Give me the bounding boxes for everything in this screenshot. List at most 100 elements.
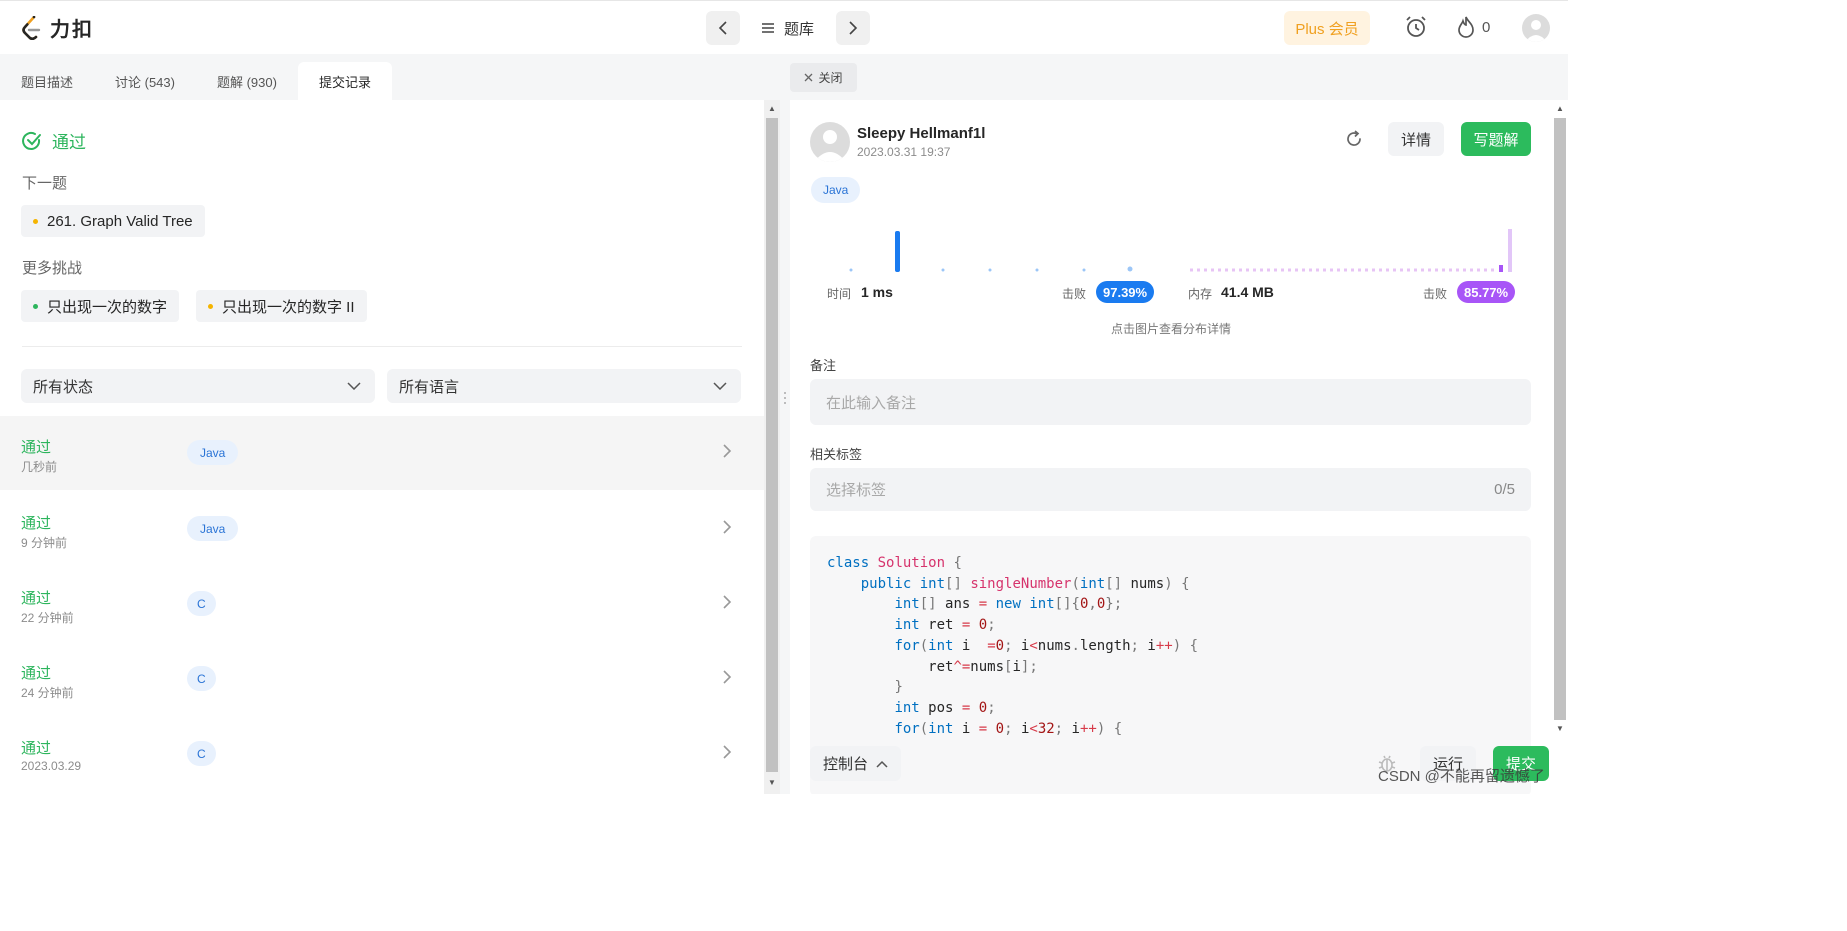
- refresh-icon[interactable]: [1344, 129, 1364, 149]
- console-toggle-button[interactable]: 控制台: [810, 746, 901, 781]
- detail-button[interactable]: 详情: [1388, 122, 1444, 156]
- submission-time: 2023.03.29: [21, 759, 82, 773]
- submission-row[interactable]: 通过 9 分钟前 Java: [0, 492, 764, 566]
- write-solution-button[interactable]: 写题解: [1461, 122, 1531, 156]
- submission-language: Java: [187, 440, 239, 465]
- chevron-right-icon: [723, 670, 732, 684]
- submission-date: 2023.03.31 19:37: [857, 145, 951, 159]
- tab-solutions[interactable]: 题解 (930): [196, 62, 298, 100]
- chevron-up-icon: [876, 760, 888, 768]
- memory-value: 41.4 MB: [1221, 284, 1274, 300]
- memory-beat-badge: 85.77%: [1457, 281, 1516, 303]
- close-icon: [805, 73, 813, 82]
- tags-count: 0/5: [1494, 481, 1515, 498]
- console-label: 控制台: [822, 756, 868, 773]
- challenge-title: 只出现一次的数字: [47, 298, 168, 316]
- scroll-up-icon[interactable]: ▲: [1556, 104, 1564, 113]
- more-challenges-label: 更多挑战: [22, 260, 83, 277]
- submission-status: 通过: [21, 439, 52, 456]
- logo-icon: [22, 15, 41, 40]
- chevron-right-icon: [723, 444, 732, 458]
- close-tab-button[interactable]: 关闭: [790, 63, 857, 92]
- submission-row[interactable]: 通过 几秒前 Java: [0, 416, 764, 490]
- submission-time: 9 分钟前: [21, 536, 68, 550]
- alarm-icon[interactable]: [1404, 15, 1428, 42]
- time-label: 时间: [827, 287, 852, 301]
- streak-count: 0: [1482, 18, 1491, 36]
- submission-language: C: [187, 741, 216, 766]
- scrollbar-thumb[interactable]: [1554, 118, 1566, 720]
- submission-time: 24 分钟前: [21, 686, 74, 700]
- submission-time: 几秒前: [21, 460, 58, 474]
- fire-icon: [1458, 16, 1474, 38]
- difficulty-dot: [33, 218, 38, 224]
- next-problem-button[interactable]: [836, 11, 871, 45]
- time-value: 1 ms: [861, 284, 893, 300]
- scroll-down-icon[interactable]: ▼: [768, 778, 776, 787]
- submission-row[interactable]: 通过 24 分钟前 C: [0, 642, 764, 716]
- list-icon: [762, 23, 774, 33]
- submission-language: Java: [187, 516, 239, 541]
- note-input[interactable]: 在此输入备注: [810, 379, 1531, 425]
- left-scrollbar[interactable]: ▲ ▼: [764, 100, 780, 794]
- note-label: 备注: [810, 358, 837, 373]
- chevron-left-icon: [718, 21, 727, 35]
- submission-language: C: [187, 666, 216, 691]
- prev-problem-button[interactable]: [706, 11, 740, 45]
- runtime-distribution: [849, 231, 1133, 272]
- submission-row[interactable]: 通过 22 分钟前 C: [0, 567, 764, 641]
- chevron-right-icon: [723, 745, 732, 759]
- chevron-down-icon: [713, 382, 727, 390]
- tags-label: 相关标签: [810, 447, 863, 462]
- tab-submissions[interactable]: 提交记录: [297, 62, 392, 100]
- check-circle-icon: [22, 131, 41, 150]
- language-filter-select[interactable]: 所有语言: [387, 369, 741, 403]
- next-problem-title: 261. Graph Valid Tree: [47, 212, 193, 230]
- note-placeholder: 在此输入备注: [826, 394, 917, 412]
- status-text: 通过: [52, 133, 86, 152]
- chevron-right-icon: [849, 21, 858, 35]
- memory-distribution: [1190, 229, 1512, 272]
- chevron-right-icon: [723, 520, 732, 534]
- submission-language: C: [187, 591, 216, 616]
- memory-beat-label: 击败: [1423, 287, 1448, 301]
- leetcode-logo[interactable]: 力扣: [22, 13, 94, 42]
- tags-select[interactable]: 选择标签 0/5: [810, 468, 1531, 511]
- language-filter-value: 所有语言: [399, 378, 460, 396]
- logo-text: 力扣: [50, 19, 94, 41]
- avatar[interactable]: [810, 122, 850, 162]
- drag-handle-icon: [784, 392, 786, 404]
- watermark: CSDN @不能再留遗憾了: [1378, 768, 1545, 785]
- user-name[interactable]: Sleepy Hellmanf1l: [857, 125, 985, 142]
- status-filter-select[interactable]: 所有状态: [21, 369, 375, 403]
- next-problem-label: 下一题: [22, 175, 68, 192]
- top-nav: 力扣 题库 Plus 会员 0: [0, 0, 1568, 54]
- streak-counter[interactable]: 0: [1456, 15, 1490, 39]
- accepted-status: 通过: [22, 128, 86, 153]
- user-avatar[interactable]: [1522, 14, 1550, 42]
- next-problem-chip[interactable]: 261. Graph Valid Tree: [21, 205, 205, 237]
- submission-status: 通过: [21, 665, 52, 682]
- scrollbar-thumb[interactable]: [766, 118, 778, 772]
- chevron-down-icon: [347, 382, 361, 390]
- difficulty-dot: [33, 303, 38, 309]
- language-tag: Java: [811, 177, 861, 203]
- problem-list-button[interactable]: 题库: [754, 18, 822, 39]
- plus-member-button[interactable]: Plus 会员: [1284, 11, 1370, 45]
- submission-row[interactable]: 通过 2023.03.29 C: [0, 717, 764, 791]
- distribution-chart[interactable]: [812, 218, 1532, 274]
- challenge-chip-2[interactable]: 只出现一次的数字 II: [196, 290, 367, 322]
- scroll-up-icon[interactable]: ▲: [768, 104, 776, 113]
- scroll-down-icon[interactable]: ▼: [1556, 724, 1564, 733]
- tags-placeholder: 选择标签: [826, 482, 887, 499]
- tab-discussion[interactable]: 讨论 (543): [94, 62, 196, 100]
- challenge-title: 只出现一次的数字 II: [222, 298, 355, 316]
- right-scrollbar[interactable]: ▲ ▼: [1552, 100, 1568, 740]
- time-beat-badge: 97.39%: [1096, 281, 1155, 303]
- challenge-chip-1[interactable]: 只出现一次的数字: [21, 290, 180, 322]
- runtime-memory-stats[interactable]: 时间 1 ms 击败 97.39% 内存 41.4 MB 击败 85.77%: [812, 218, 1532, 308]
- submission-status: 通过: [21, 590, 52, 607]
- tab-description[interactable]: 题目描述: [0, 62, 94, 100]
- panel-splitter[interactable]: [780, 100, 790, 794]
- divider: [22, 346, 742, 347]
